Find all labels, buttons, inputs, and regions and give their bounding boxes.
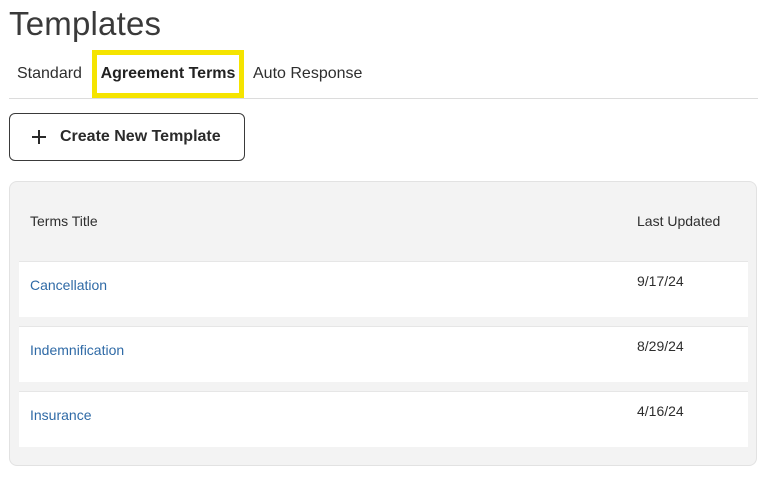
page-title: Templates <box>9 5 162 42</box>
tab-bar: Standard Agreement Terms Auto Response <box>9 50 758 99</box>
last-updated-date: 4/16/24 <box>637 403 684 419</box>
terms-title-link[interactable]: Indemnification <box>30 342 124 358</box>
create-button-label: Create New Template <box>60 128 221 145</box>
column-header-last-updated: Last Updated <box>637 213 721 229</box>
create-new-template-button[interactable]: Create New Template <box>9 113 245 161</box>
last-updated-date: 9/17/24 <box>637 273 684 289</box>
tab-standard[interactable]: Standard <box>17 50 82 98</box>
column-header-terms-title: Terms Title <box>30 213 98 229</box>
table-row: Indemnification 8/29/24 <box>19 326 748 382</box>
table-row: Cancellation 9/17/24 <box>19 261 748 317</box>
terms-table: Terms Title Last Updated Cancellation 9/… <box>9 181 757 466</box>
terms-title-link[interactable]: Cancellation <box>30 277 107 293</box>
tab-agreement-terms[interactable]: Agreement Terms <box>92 50 244 98</box>
last-updated-date: 8/29/24 <box>637 338 684 354</box>
table-row: Insurance 4/16/24 <box>19 391 748 447</box>
plus-icon <box>32 130 46 144</box>
terms-title-link[interactable]: Insurance <box>30 407 91 423</box>
tab-auto-response[interactable]: Auto Response <box>253 50 362 98</box>
